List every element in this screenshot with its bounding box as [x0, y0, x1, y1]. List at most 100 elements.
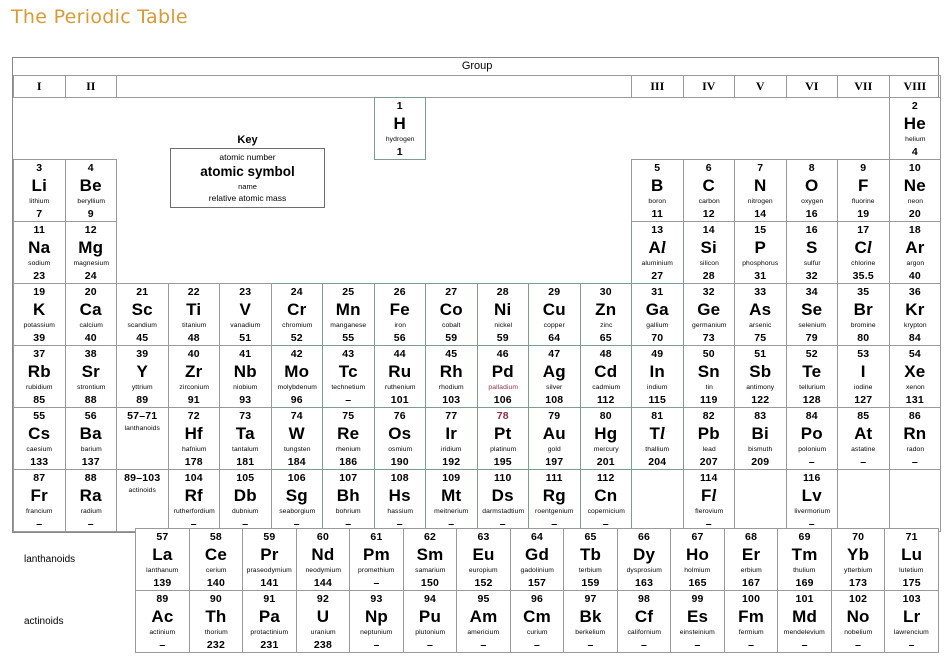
- element-cell-Hf[interactable]: 72 Hf hafnium 178: [167, 407, 220, 470]
- element-cell-Db[interactable]: 105 Db dubnium –: [219, 469, 272, 532]
- element-cell-Al[interactable]: 13 Al aluminium 27: [631, 221, 684, 284]
- element-cell-Sg[interactable]: 106 Sg seaborgium –: [270, 469, 323, 532]
- element-cell-Mt[interactable]: 109 Mt meitnerium –: [425, 469, 478, 532]
- element-cell-Cl[interactable]: 17 Cl chlorine 35.5: [837, 221, 890, 284]
- element-cell-Er[interactable]: 68 Er erbium 167: [723, 528, 779, 591]
- element-cell-V[interactable]: 23 Vvanadium 51: [219, 283, 272, 346]
- element-cell-Tc[interactable]: 43 Tc technetium –: [322, 345, 375, 408]
- element-cell-W[interactable]: 74 Wtungsten 184: [270, 407, 323, 470]
- element-cell-P[interactable]: 15 Pphosphorus 31: [734, 221, 787, 284]
- element-cell-Fe[interactable]: 26 Fe iron 56: [373, 283, 426, 346]
- element-cell-Sn[interactable]: 50 Sn tin 119: [682, 345, 735, 408]
- element-cell-B[interactable]: 5 Bboron 11: [631, 159, 684, 222]
- series-placeholder-actinoids[interactable]: 89–103 actinoids: [116, 469, 169, 532]
- element-cell-Am[interactable]: 95 Am americium –: [456, 590, 511, 653]
- element-cell-Cf[interactable]: 98 Cf californium –: [616, 590, 672, 653]
- element-cell-Ir[interactable]: 77 Ir iridium 192: [425, 407, 478, 470]
- element-cell-Pb[interactable]: 82 Pb lead 207: [682, 407, 735, 470]
- element-cell-Ta[interactable]: 73 Ta tantalum 181: [219, 407, 272, 470]
- element-cell-Cm[interactable]: 96 Cm curium –: [509, 590, 565, 653]
- element-cell-Hs[interactable]: 108 Hs hassium –: [373, 469, 426, 532]
- element-cell-Bh[interactable]: 107 Bh bohrium –: [322, 469, 375, 532]
- element-cell-At[interactable]: 85 At astatine –: [837, 407, 890, 470]
- series-placeholder-lanthanoids[interactable]: 57–71 lanthanoids: [116, 407, 169, 470]
- element-cell-N[interactable]: 7 Nnitrogen 14: [734, 159, 787, 222]
- element-cell-Rf[interactable]: 104 Rf rutherfordium –: [167, 469, 220, 532]
- element-cell-Ti[interactable]: 22 Ti titanium 48: [167, 283, 220, 346]
- element-cell-La[interactable]: 57 La lanthanum 139: [135, 528, 190, 591]
- element-cell-In[interactable]: 49 In indium 115: [631, 345, 684, 408]
- element-cell-Bi[interactable]: 83 Bi bismuth 209: [734, 407, 787, 470]
- element-cell-Zn[interactable]: 30 Zn zinc 65: [579, 283, 632, 346]
- element-cell-O[interactable]: 8 Ooxygen 16: [785, 159, 838, 222]
- element-cell-Nb[interactable]: 41 Nb niobium 93: [219, 345, 272, 408]
- element-cell-Cr[interactable]: 24 Cr chromium 52: [270, 283, 323, 346]
- element-cell-Hg[interactable]: 80 Hg mercury 201: [579, 407, 632, 470]
- element-cell-Fr[interactable]: 87 Fr francium –: [13, 469, 66, 532]
- element-cell-Gd[interactable]: 64 Gd gadolinium 157: [509, 528, 565, 591]
- element-cell-Ds[interactable]: 110 Ds darmstadtium –: [476, 469, 529, 532]
- element-cell-Pt[interactable]: 78 Pt platinum 195: [476, 407, 529, 470]
- element-cell-Se[interactable]: 34 Se selenium 79: [785, 283, 838, 346]
- element-cell-Rn[interactable]: 86 Rn radon –: [888, 407, 942, 470]
- element-cell-C[interactable]: 6 Ccarbon 12: [682, 159, 735, 222]
- element-cell-F[interactable]: 9 Ffluorine 19: [837, 159, 890, 222]
- element-cell-Rg[interactable]: 111 Rg roentgenium –: [528, 469, 581, 532]
- element-cell-Pa[interactable]: 91 Pa protactinium 231: [242, 590, 297, 653]
- element-cell-Ge[interactable]: 32 Ge germanium 73: [682, 283, 735, 346]
- element-cell-Br[interactable]: 35 Br bromine 80: [837, 283, 890, 346]
- element-cell-Au[interactable]: 79 Au gold 197: [528, 407, 581, 470]
- element-cell-No[interactable]: 102 No nobelium –: [830, 590, 886, 653]
- element-cell-Cu[interactable]: 29 Cu copper 64: [528, 283, 581, 346]
- element-cell-Yb[interactable]: 70 Yb ytterbium 173: [830, 528, 886, 591]
- element-cell-Ba[interactable]: 56 Ba barium 137: [64, 407, 117, 470]
- element-cell-Rh[interactable]: 45 Rh rhodium 103: [425, 345, 478, 408]
- element-cell-Kr[interactable]: 36 Kr krypton 84: [888, 283, 942, 346]
- element-cell-Sm[interactable]: 62 Sm samarium 150: [402, 528, 458, 591]
- element-cell-Sc[interactable]: 21 Sc scandium 45: [116, 283, 169, 346]
- element-cell-Li[interactable]: 3 Li lithium 7: [13, 159, 66, 222]
- element-cell-Dy[interactable]: 66 Dy dysprosium 163: [616, 528, 672, 591]
- element-cell-Po[interactable]: 84 Po polonium –: [785, 407, 838, 470]
- element-cell-Cs[interactable]: 55 Cs caesium 133: [13, 407, 66, 470]
- element-cell-Ni[interactable]: 28 Ni nickel 59: [476, 283, 529, 346]
- element-cell-Co[interactable]: 27 Co cobalt 59: [425, 283, 478, 346]
- element-cell-Lr[interactable]: 103 Lr lawrencium –: [884, 590, 939, 653]
- element-cell-U[interactable]: 92 Uuranium 238: [295, 590, 351, 653]
- element-cell-Mn[interactable]: 25 Mn manganese 55: [322, 283, 375, 346]
- element-cell-Eu[interactable]: 63 Eu europium 152: [456, 528, 511, 591]
- element-cell-Th[interactable]: 90 Th thorium 232: [188, 590, 244, 653]
- element-cell-Lu[interactable]: 71 Lu lutetium 175: [884, 528, 939, 591]
- element-cell-Pr[interactable]: 59 Pr praseodymium 141: [242, 528, 297, 591]
- element-cell-Bk[interactable]: 97 Bk berkelium –: [563, 590, 618, 653]
- element-cell-Md[interactable]: 101 Md mendelevium –: [777, 590, 832, 653]
- element-cell-Mg[interactable]: 12 Mg magnesium 24: [64, 221, 117, 284]
- element-cell-S[interactable]: 16 Ssulfur 32: [785, 221, 838, 284]
- element-cell-Fl[interactable]: 114 Fl flerovium –: [682, 469, 735, 532]
- element-cell-Ca[interactable]: 20 Ca calcium 40: [64, 283, 117, 346]
- element-cell-Y[interactable]: 39 Yyttrium 89: [116, 345, 169, 408]
- element-cell-Be[interactable]: 4 Be beryllium 9: [64, 159, 117, 222]
- element-cell-Ar[interactable]: 18 Ar argon 40: [888, 221, 942, 284]
- element-cell-Zr[interactable]: 40 Zr zirconium 91: [167, 345, 220, 408]
- element-cell-Pd[interactable]: 46 Pd palladium 106: [476, 345, 529, 408]
- element-cell-Rb[interactable]: 37 Rb rubidium 85: [13, 345, 66, 408]
- element-cell-As[interactable]: 33 As arsenic 75: [734, 283, 787, 346]
- element-cell-Nd[interactable]: 60 Nd neodymium 144: [295, 528, 351, 591]
- element-cell-Ga[interactable]: 31 Ga gallium 70: [631, 283, 684, 346]
- element-cell-Ac[interactable]: 89 Ac actinium –: [135, 590, 190, 653]
- element-cell-Ag[interactable]: 47 Ag silver 108: [528, 345, 581, 408]
- element-cell-Xe[interactable]: 54 Xe xenon 131: [888, 345, 942, 408]
- element-cell-Sr[interactable]: 38 Sr strontium 88: [64, 345, 117, 408]
- element-cell-Os[interactable]: 76 Os osmium 190: [373, 407, 426, 470]
- element-cell-Mo[interactable]: 42 Mo molybdenum 96: [270, 345, 323, 408]
- element-cell-Ru[interactable]: 44 Ru ruthenium 101: [373, 345, 426, 408]
- element-cell-Fm[interactable]: 100 Fm fermium –: [723, 590, 779, 653]
- element-cell-Sb[interactable]: 51 Sb antimony 122: [734, 345, 787, 408]
- element-cell-He[interactable]: 2 He helium 4: [888, 97, 942, 160]
- element-cell-Si[interactable]: 14 Si silicon 28: [682, 221, 735, 284]
- element-cell-Na[interactable]: 11 Na sodium 23: [13, 221, 66, 284]
- element-cell-Np[interactable]: 93 Np neptunium –: [349, 590, 404, 653]
- element-cell-I[interactable]: 53 Iiodine 127: [837, 345, 890, 408]
- element-cell-Tb[interactable]: 65 Tb terbium 159: [563, 528, 618, 591]
